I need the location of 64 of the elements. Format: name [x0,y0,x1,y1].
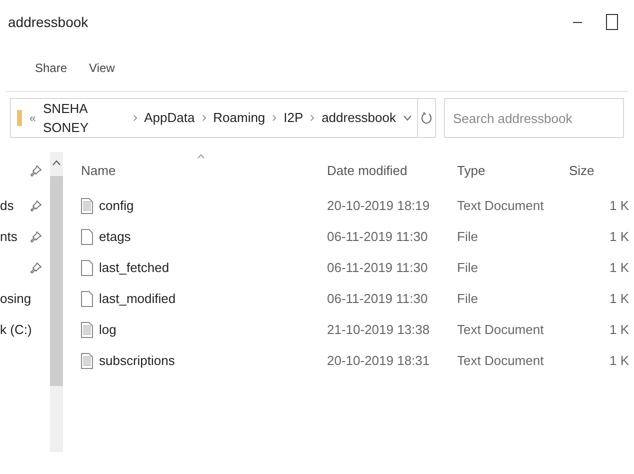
maximize-button[interactable] [606,14,618,30]
pin-icon[interactable] [30,230,42,242]
type-cell-text: Text Document [457,352,545,370]
chevron-right-icon [310,114,315,122]
file-icon [81,290,93,306]
date-modified-cell-text: 06-11-2019 11:30 [327,258,429,277]
overflow-chevron[interactable]: « [29,109,36,127]
pin-icon[interactable] [30,200,42,212]
pin-icon[interactable] [30,262,42,274]
size-cell-text: 1 K [608,290,629,308]
breadcrumb-item[interactable]: addressbook [322,108,396,128]
date-modified-cell-text: 20-10-2019 18:19 [327,196,431,215]
chevron-right-icon [202,114,206,122]
date-modified-cell-text: 06-11-2019 11:30 [327,228,429,246]
size-cell-text: 1 K [608,320,629,339]
type-cell-text: Text Document [457,320,545,339]
text-file-icon [81,198,93,214]
file-name[interactable]: subscriptions [99,350,175,370]
chevron-right-icon [272,114,277,122]
refresh-icon[interactable] [421,111,432,125]
breadcrumb-item[interactable]: AppData [144,108,195,128]
size-cell-text: 1 K [608,196,629,215]
type-cell-text: File [457,258,479,277]
sort-ascending-icon [197,154,205,159]
column-header[interactable]: Type [457,161,569,181]
column-header[interactable]: Size [569,161,629,181]
scrollbar[interactable] [50,152,63,452]
sidebar-item[interactable]: ds [0,196,14,216]
column-header[interactable]: Date modified [327,161,457,181]
breadcrumb-item[interactable]: Roaming [213,108,266,128]
search-field[interactable]: Search addressbook [444,98,624,138]
scroll-up-icon[interactable] [52,160,61,166]
file-name[interactable]: last_fetched [99,258,170,278]
type-cell-text: File [457,290,479,308]
date-modified-cell-text: 06-11-2019 11:30 [327,290,429,308]
sidebar-item[interactable]: nts [0,226,18,246]
text-file-icon [81,352,93,368]
file-name[interactable]: etags [99,226,131,246]
size-cell-text: 1 K [608,352,629,370]
ribbon-tab[interactable]: Share [34,58,68,76]
size-cell-text: 1 K [608,228,629,246]
ribbon-tab[interactable]: View [88,58,116,76]
window-title: addressbook [8,12,88,32]
sidebar-item[interactable]: osing [0,288,32,308]
date-modified-cell-text: 20-10-2019 18:31 [327,352,431,370]
dropdown-caret-icon[interactable] [403,115,412,121]
file-icon [81,228,93,244]
pin-icon[interactable] [30,165,42,177]
sidebar-item[interactable]: k (C:) [0,320,32,340]
file-name[interactable]: config [99,196,134,216]
chevron-right-icon [132,114,138,122]
folder-icon [17,109,22,127]
date-modified-cell-text: 21-10-2019 13:38 [327,320,431,339]
file-name[interactable]: last_modified [99,288,176,308]
size-cell-text: 1 K [608,258,629,277]
text-file-icon [81,322,93,338]
file-name[interactable]: log [99,320,116,340]
breadcrumb-item[interactable]: I2P [284,108,304,128]
file-icon [81,260,93,276]
scrollbar-thumb[interactable] [50,176,63,386]
type-cell-text: File [457,228,479,246]
breadcrumb-item[interactable]: SNEHA SONEY [43,98,126,138]
type-cell-text: Text Document [457,196,545,215]
column-header[interactable]: Name [81,161,327,181]
